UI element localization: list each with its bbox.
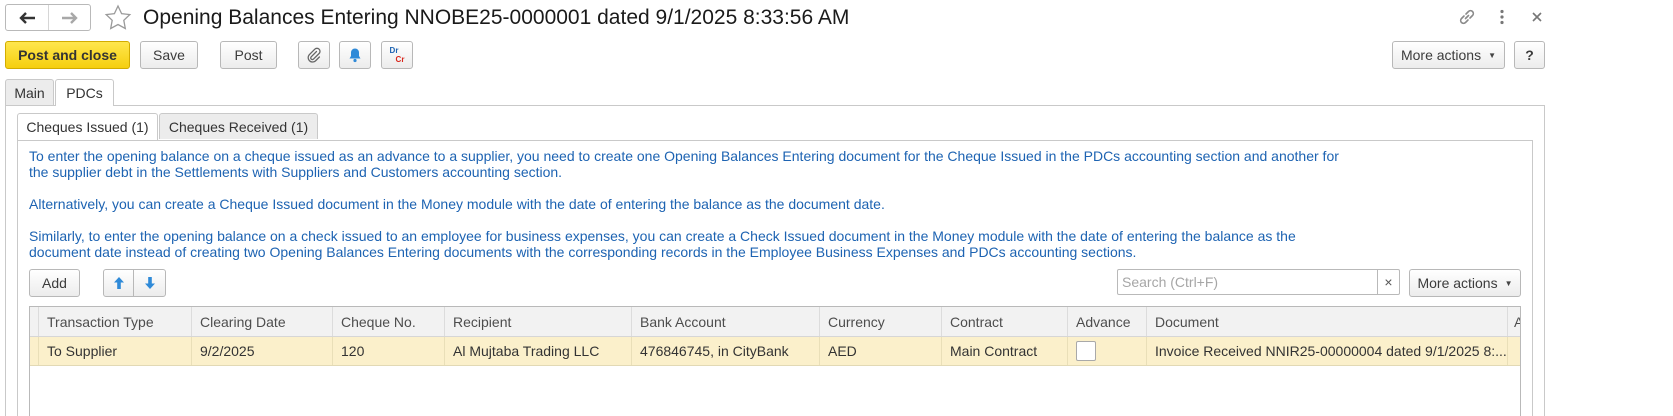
cell-contract[interactable]: Main Contract: [941, 337, 1067, 365]
chevron-down-icon: ▼: [1488, 50, 1497, 60]
move-up-button[interactable]: [103, 269, 134, 297]
post-and-close-button[interactable]: Post and close: [5, 41, 130, 69]
link-button[interactable]: [1456, 6, 1478, 28]
column-header-cheque-no[interactable]: Cheque No.: [332, 307, 444, 336]
tab-main[interactable]: Main: [5, 79, 54, 105]
arrow-left-icon: [19, 11, 35, 24]
info-line: the supplier debt in the Settlements wit…: [29, 164, 563, 180]
column-header-clearing-date[interactable]: Clearing Date: [191, 307, 332, 336]
more-actions-button[interactable]: More actions ▼: [1392, 41, 1505, 69]
favorite-button[interactable]: [103, 3, 133, 33]
clear-search-button[interactable]: ×: [1377, 270, 1399, 294]
notifications-button[interactable]: [339, 41, 371, 69]
arrow-right-icon: [61, 11, 78, 24]
column-header-advance[interactable]: Advance: [1067, 307, 1146, 336]
cr-label: Cr: [395, 55, 405, 64]
dr-label: Dr: [389, 46, 399, 55]
info-line: Similarly, to enter the opening balance …: [29, 228, 1296, 244]
advance-checkbox[interactable]: [1076, 341, 1096, 361]
more-actions-label: More actions: [1400, 47, 1482, 63]
cell-bank-account[interactable]: 476846745, in CityBank: [631, 337, 819, 365]
column-header-transaction-type[interactable]: Transaction Type: [38, 307, 191, 336]
close-icon: [1532, 12, 1542, 22]
cell-transaction-type[interactable]: To Supplier: [38, 337, 191, 365]
chevron-down-icon: ▼: [1504, 278, 1513, 288]
table-more-actions-button[interactable]: More actions ▼: [1409, 269, 1521, 297]
cell-recipient[interactable]: Al Mujtaba Trading LLC: [444, 337, 631, 365]
cell-currency[interactable]: AED: [819, 337, 941, 365]
row-gutter: [30, 307, 38, 336]
search-box: ×: [1117, 269, 1400, 295]
cell-document[interactable]: Invoice Received NNIR25-00000004 dated 9…: [1146, 337, 1507, 365]
link-icon: [1459, 9, 1475, 25]
table-header: Transaction Type Clearing Date Cheque No…: [30, 307, 1520, 337]
back-button[interactable]: [6, 5, 48, 30]
cell-cheque-no[interactable]: 120: [332, 337, 444, 365]
paperclip-icon: [307, 47, 321, 63]
column-header-truncated[interactable]: A: [1507, 307, 1520, 336]
cell-advance: [1067, 337, 1146, 365]
save-button[interactable]: Save: [140, 41, 198, 69]
dr-cr-button[interactable]: Dr Cr: [381, 41, 413, 69]
table-more-actions-label: More actions: [1417, 275, 1498, 291]
panel-left-border: [5, 105, 6, 416]
cheques-issued-table: Transaction Type Clearing Date Cheque No…: [29, 306, 1521, 416]
arrow-up-icon: [113, 277, 124, 289]
row-gutter: [30, 337, 38, 365]
cell-truncated: [1507, 337, 1520, 365]
table-row[interactable]: To Supplier 9/2/2025 120 Al Mujtaba Trad…: [30, 337, 1520, 366]
attach-button[interactable]: [298, 41, 330, 69]
forward-button[interactable]: [48, 5, 90, 30]
bell-icon: [349, 48, 361, 63]
help-button[interactable]: ?: [1514, 41, 1545, 69]
cell-clearing-date[interactable]: 9/2/2025: [191, 337, 332, 365]
column-header-currency[interactable]: Currency: [819, 307, 941, 336]
close-button[interactable]: [1526, 6, 1548, 28]
tab-pdcs[interactable]: PDCs: [55, 79, 114, 106]
info-line: To enter the opening balance on a cheque…: [29, 148, 1339, 164]
tab-bar-divider: [5, 105, 1545, 106]
info-paragraph-3: Similarly, to enter the opening balance …: [29, 228, 1296, 260]
column-header-contract[interactable]: Contract: [941, 307, 1067, 336]
move-down-button[interactable]: [133, 269, 166, 297]
column-header-recipient[interactable]: Recipient: [444, 307, 631, 336]
tab-cheques-received[interactable]: Cheques Received (1): [159, 113, 318, 139]
tab-cheques-issued[interactable]: Cheques Issued (1): [17, 113, 158, 140]
column-header-bank-account[interactable]: Bank Account: [631, 307, 819, 336]
star-icon: [104, 4, 132, 30]
add-button[interactable]: Add: [29, 269, 80, 297]
info-line: document date instead of creating two Op…: [29, 244, 1137, 260]
panel-right-border: [1544, 105, 1545, 416]
column-header-document[interactable]: Document: [1146, 307, 1507, 336]
search-input[interactable]: [1118, 270, 1377, 294]
post-button[interactable]: Post: [220, 41, 277, 69]
info-paragraph-1: To enter the opening balance on a cheque…: [29, 148, 1339, 180]
more-menu-button[interactable]: [1491, 6, 1513, 28]
page-title: Opening Balances Entering NNOBE25-000000…: [143, 6, 850, 29]
kebab-menu-icon: [1500, 9, 1504, 25]
navigation-buttons: [5, 4, 91, 31]
arrow-down-icon: [144, 277, 155, 289]
info-paragraph-2: Alternatively, you can create a Cheque I…: [29, 196, 885, 212]
